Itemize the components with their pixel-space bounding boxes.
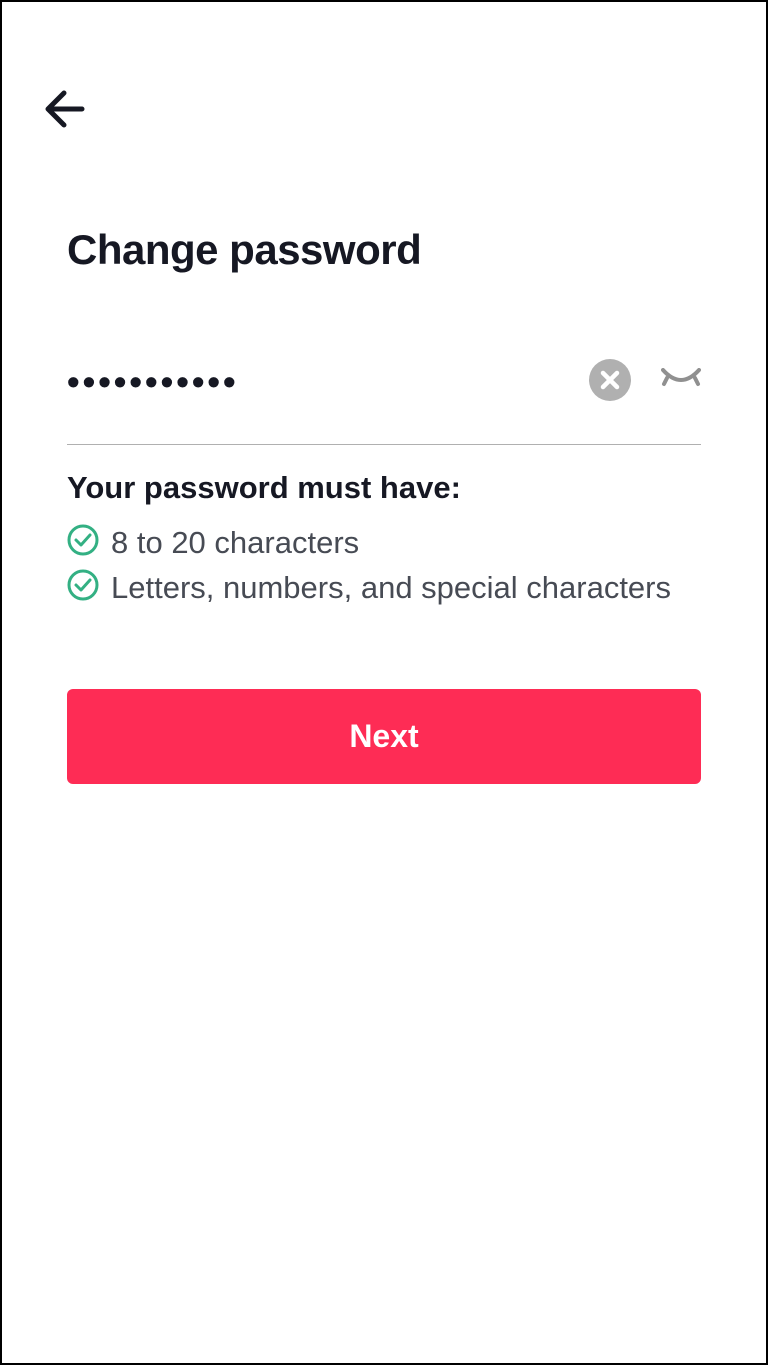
check-circle-icon — [67, 524, 99, 561]
requirements-title: Your password must have: — [67, 470, 701, 506]
requirement-item: Letters, numbers, and special characters — [67, 569, 701, 606]
header — [2, 2, 766, 136]
requirements-list: 8 to 20 characters Letters, numbers, and… — [67, 524, 701, 606]
requirement-text: 8 to 20 characters — [111, 525, 359, 561]
check-circle-icon — [67, 569, 99, 606]
close-icon — [589, 359, 631, 404]
back-button[interactable] — [42, 87, 86, 134]
page-title: Change password — [67, 226, 701, 274]
clear-input-button[interactable] — [589, 359, 631, 404]
password-field[interactable] — [67, 361, 559, 403]
password-input-row — [67, 359, 701, 404]
arrow-left-icon — [42, 119, 86, 134]
eye-closed-icon — [661, 368, 701, 395]
input-divider — [67, 444, 701, 445]
toggle-visibility-button[interactable] — [661, 368, 701, 395]
requirement-text: Letters, numbers, and special characters — [111, 570, 671, 606]
next-button[interactable]: Next — [67, 689, 701, 784]
content-area: Change password Your password must have: — [2, 136, 766, 784]
requirement-item: 8 to 20 characters — [67, 524, 701, 561]
